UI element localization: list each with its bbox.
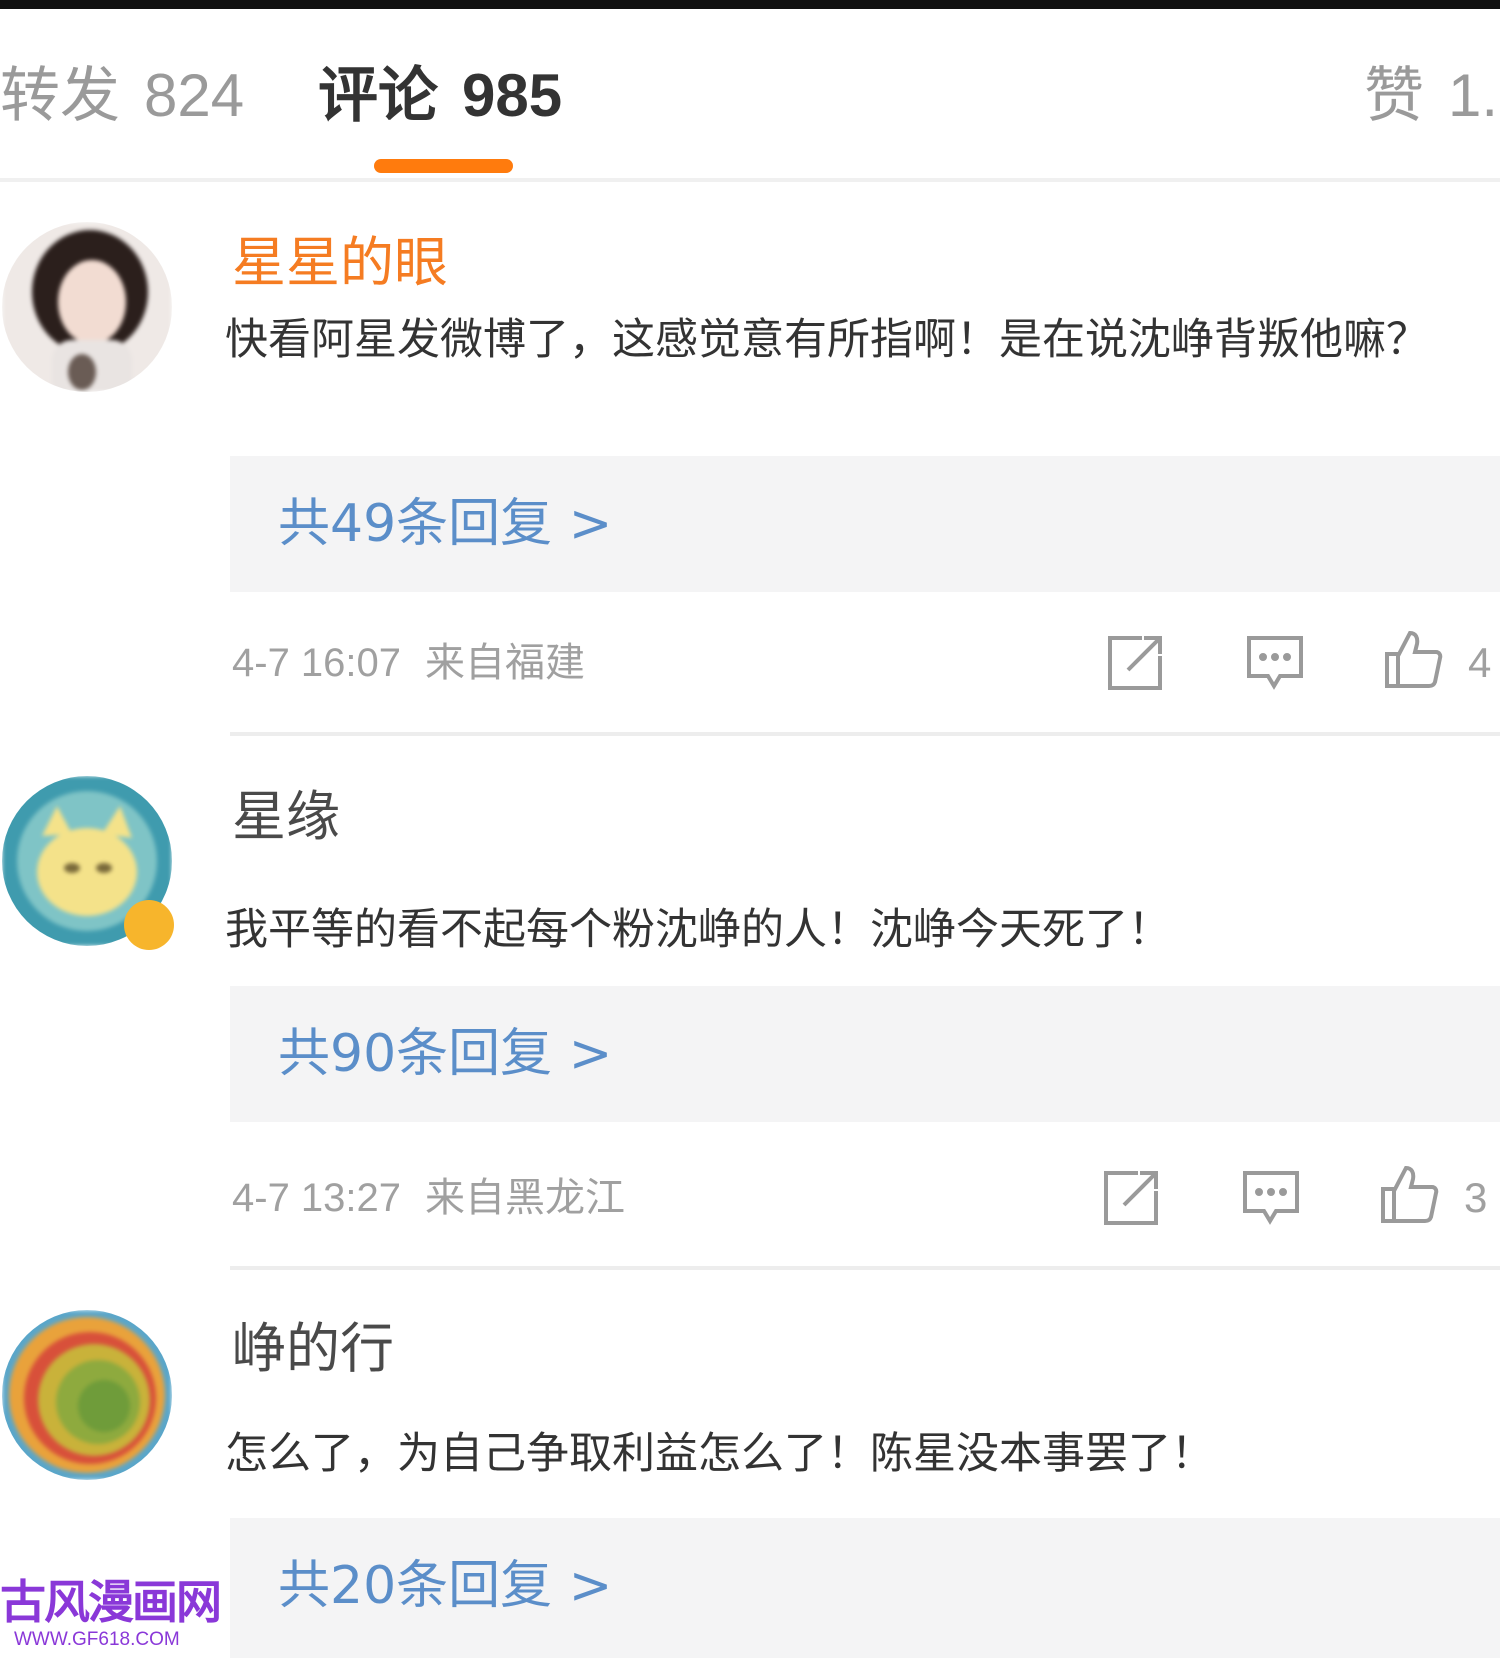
share-icon[interactable] [1100,1167,1162,1229]
comment-icon[interactable] [1240,1167,1302,1229]
verified-badge-icon [124,900,174,950]
watermark-url: WWW.GF618.COM [14,1629,180,1650]
comment-username[interactable]: 星星的眼 [232,232,448,294]
share-icon[interactable] [1104,632,1166,694]
reply-count-link[interactable]: 共90条回复 > [278,1022,612,1086]
comment-divider [230,1266,1500,1270]
thumbs-up-icon[interactable] [1382,628,1444,690]
comment-username[interactable]: 峥的行 [232,1318,394,1380]
comment-text: 快看阿星发微博了，这感觉意有所指啊！是在说沈峥背叛他嘛？ [225,315,1429,365]
tab-repost-count: 824 [144,62,245,129]
tabs-divider [0,178,1500,182]
comment-username[interactable]: 星缘 [232,786,340,848]
watermark-title: 古风漫画网 [0,1575,222,1629]
watermark-logo: 古风漫画网 WWW.GF618.COM [0,1576,222,1658]
tab-like-count: 1.8 [1448,62,1500,129]
reply-count-link[interactable]: 共20条回复 > [278,1554,612,1618]
comment-time: 4-7 13:27 [232,1176,402,1220]
comment-icon[interactable] [1244,632,1306,694]
reply-summary[interactable]: 共49条回复 > [230,456,1500,592]
tab-like[interactable]: 赞 1.8 [1364,61,1500,131]
reply-count-link[interactable]: 共49条回复 > [278,492,612,556]
comment-time: 4-7 16:07 [232,641,402,685]
tab-comment[interactable]: 评论 985 [318,61,562,131]
tab-like-label: 赞 [1364,61,1424,131]
tab-bar: 转发 824 评论 985 赞 1.8 [0,9,1500,179]
tab-repost[interactable]: 转发 824 [0,61,244,131]
tab-repost-label: 转发 [0,61,120,131]
comment-location: 来自福建 [425,641,586,685]
reply-summary[interactable]: 共90条回复 > [230,986,1500,1122]
avatar[interactable] [2,222,172,392]
active-tab-indicator [374,159,513,173]
thumbs-up-icon[interactable] [1378,1163,1440,1225]
like-count: 4 [1468,639,1492,686]
comment-meta: 4-7 13:27 来自黑龙江 [232,1173,625,1223]
comment-text: 怎么了，为自己争取利益怎么了！陈星没本事罢了！ [225,1429,1214,1479]
avatar[interactable] [2,1310,172,1480]
comment-text: 我平等的看不起每个粉沈峥的人！沈峥今天死了！ [225,905,1171,955]
reply-summary[interactable]: 共20条回复 > [230,1518,1500,1658]
comment-meta: 4-7 16:07 来自福建 [232,638,585,688]
tab-comment-count: 985 [462,62,563,129]
comment-divider [230,732,1500,736]
comment-location: 来自黑龙江 [425,1176,626,1220]
top-bar [0,0,1500,9]
tab-comment-label: 评论 [318,61,438,131]
like-count: 3 [1464,1174,1488,1221]
